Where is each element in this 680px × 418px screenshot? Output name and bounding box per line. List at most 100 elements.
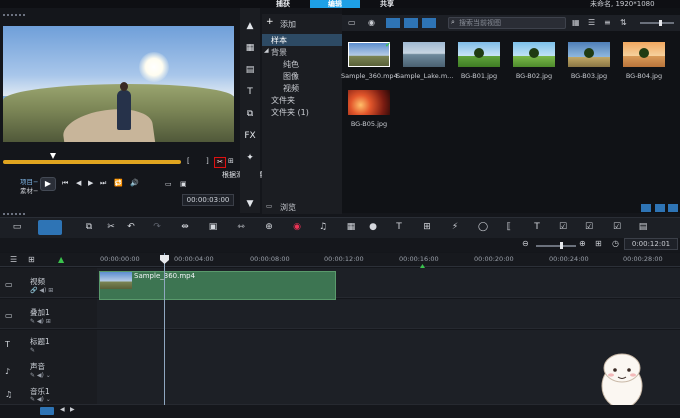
track-controls[interactable]: ✎ ◀) ⌄ [30,396,51,403]
edit-list-icon[interactable]: ☑ [582,220,596,234]
folder-icon[interactable]: ▭ [348,18,356,27]
copy-attributes-icon[interactable]: ⧉ [82,220,96,234]
hd-preview-icon[interactable]: ▭ [165,180,172,188]
audio-mixer-icon[interactable]: ♫ [316,220,330,234]
clip-mode-label[interactable]: 素材− [20,185,38,195]
voice-track[interactable] [97,357,680,387]
timeline-grip[interactable] [3,213,25,215]
record-voice-icon[interactable]: ◉ [290,220,304,234]
mark-in-button[interactable]: [ [187,157,190,165]
audio-filter-icon[interactable] [422,18,436,28]
tree-item-background[interactable]: 背景 [271,47,287,58]
chapter-icon[interactable]: ▲ [58,255,64,264]
search-input[interactable]: 搜索当前视图 [448,17,566,29]
thumbnail-sample-lake[interactable] [403,42,445,67]
tree-item-samples[interactable]: 样本 [271,35,287,46]
tools-icon[interactable]: ✂ [104,220,118,234]
tree-item-image[interactable]: 图像 [283,71,299,82]
tab-edit[interactable]: 编辑 [310,0,360,8]
instant-project-icon[interactable]: ▤ [244,64,256,76]
library-options-icon[interactable] [668,204,678,212]
thumbnail-bg-b01[interactable] [458,42,500,67]
timeline-view-icon[interactable] [38,220,62,235]
filter-icon[interactable]: ✦ [244,152,256,164]
split-clip-button[interactable]: ✂ [214,157,226,168]
checklist-icon[interactable]: ☑ [556,220,570,234]
thumbnail-bg-b03[interactable] [568,42,610,67]
panel-grip[interactable] [3,14,25,16]
color-grading-icon[interactable]: ● [366,220,380,234]
trim-bar[interactable] [3,160,181,164]
scroll-up-icon[interactable]: ▲ [244,20,256,32]
sort-icon[interactable]: ⇅ [620,18,627,27]
video-filter-icon[interactable] [386,18,400,28]
mask-creator-icon[interactable]: ◯ [476,220,490,234]
add-folder-button[interactable]: 添加 [280,19,296,30]
library-options-icon[interactable] [641,204,651,212]
thumbnail-bg-b02[interactable] [513,42,555,67]
thumbnail-size-slider[interactable] [640,22,674,24]
zoom-knob[interactable] [560,242,563,249]
zoom-out-icon[interactable]: ⊖ [522,239,529,248]
multi-trim-icon[interactable]: ⇹ [178,220,192,234]
title-template-icon[interactable]: T [530,220,544,234]
zoom-slider[interactable] [536,245,576,247]
scrubber-knob[interactable] [50,153,56,159]
fit-project-icon[interactable]: ⊞ [595,239,602,248]
split-screen-icon[interactable]: ⊞ [420,220,434,234]
thumbnail-bg-b05[interactable] [348,90,390,115]
record-icon[interactable]: ◉ [368,18,375,27]
scroll-left-icon[interactable]: ◀ [60,406,65,413]
storyboard-view-icon[interactable]: ▭ [10,220,24,234]
tree-item-folder-1[interactable]: 文件夹 (1) [271,107,309,118]
scroll-right-icon[interactable]: ▶ [70,406,75,413]
track-controls[interactable]: 🔗 ◀) ⊞ [30,287,53,294]
volume-icon[interactable]: 🔊 [130,179,139,187]
subtitle-icon[interactable]: ▦ [344,220,358,234]
details-view-icon[interactable]: ≡ [604,18,611,27]
home-icon[interactable]: ⏮ [62,179,68,188]
playhead-line[interactable] [164,253,165,405]
export-icon[interactable]: ▤ [636,220,650,234]
zoom-in-icon[interactable]: ⊕ [579,239,586,248]
photo-filter-icon[interactable] [404,18,418,28]
tidy-icon[interactable]: ☑ [610,220,624,234]
browse-icon[interactable]: ▭ [266,202,272,210]
tab-share[interactable]: 共享 [362,0,412,8]
player-timecode[interactable]: 00:00:03:00 [182,194,234,206]
motion-tracking-icon[interactable]: ⊕ [262,220,276,234]
thumbnail-view-icon[interactable]: ▦ [572,18,580,27]
track-controls[interactable]: ✎ ◀) ⌄ [30,372,51,379]
prev-frame-icon[interactable]: ◀ [76,179,81,187]
tree-item-solid[interactable]: 纯色 [283,59,299,70]
mark-out-button[interactable]: ] [206,157,209,165]
media-icon[interactable]: ▦ [244,42,256,54]
tree-item-folder[interactable]: 文件夹 [271,95,295,106]
next-frame-icon[interactable]: ▶ [88,179,93,187]
end-icon[interactable]: ⏭ [100,179,106,188]
browse-button[interactable]: 浏览 [280,202,296,213]
track-size-button[interactable] [40,407,54,415]
mask-icon[interactable]: ⇿ [234,220,248,234]
thumbnail-sample-360[interactable] [348,42,390,67]
thumbnail-bg-b04[interactable] [623,42,665,67]
tree-expand-icon[interactable]: ◢ [264,47,269,54]
timeline-timecode[interactable]: 0:00:12:01 [624,238,678,250]
transition-icon[interactable]: ⧉ [244,108,256,120]
aspect-icon[interactable]: ▣ [180,180,187,188]
track-controls[interactable]: ✎ ◀) ⊞ [30,318,51,325]
tab-capture[interactable]: 捕获 [258,0,308,8]
redo-icon[interactable]: ↷ [150,220,164,234]
list-view-icon[interactable]: ☰ [588,18,595,27]
overlay-track[interactable] [97,299,680,329]
scroll-down-icon[interactable]: ▼ [244,198,256,210]
track-controls[interactable]: ✎ [30,347,35,354]
undo-icon[interactable]: ↶ [124,220,138,234]
add-icon[interactable]: + [266,17,274,27]
music-track[interactable] [97,384,680,405]
fx-icon[interactable]: FX [244,130,256,142]
title-track[interactable] [97,330,680,360]
extra-icon[interactable]: ⊞ [228,157,234,165]
play-button[interactable]: ▶ [40,177,56,191]
repeat-icon[interactable]: 🔁 [114,179,123,187]
